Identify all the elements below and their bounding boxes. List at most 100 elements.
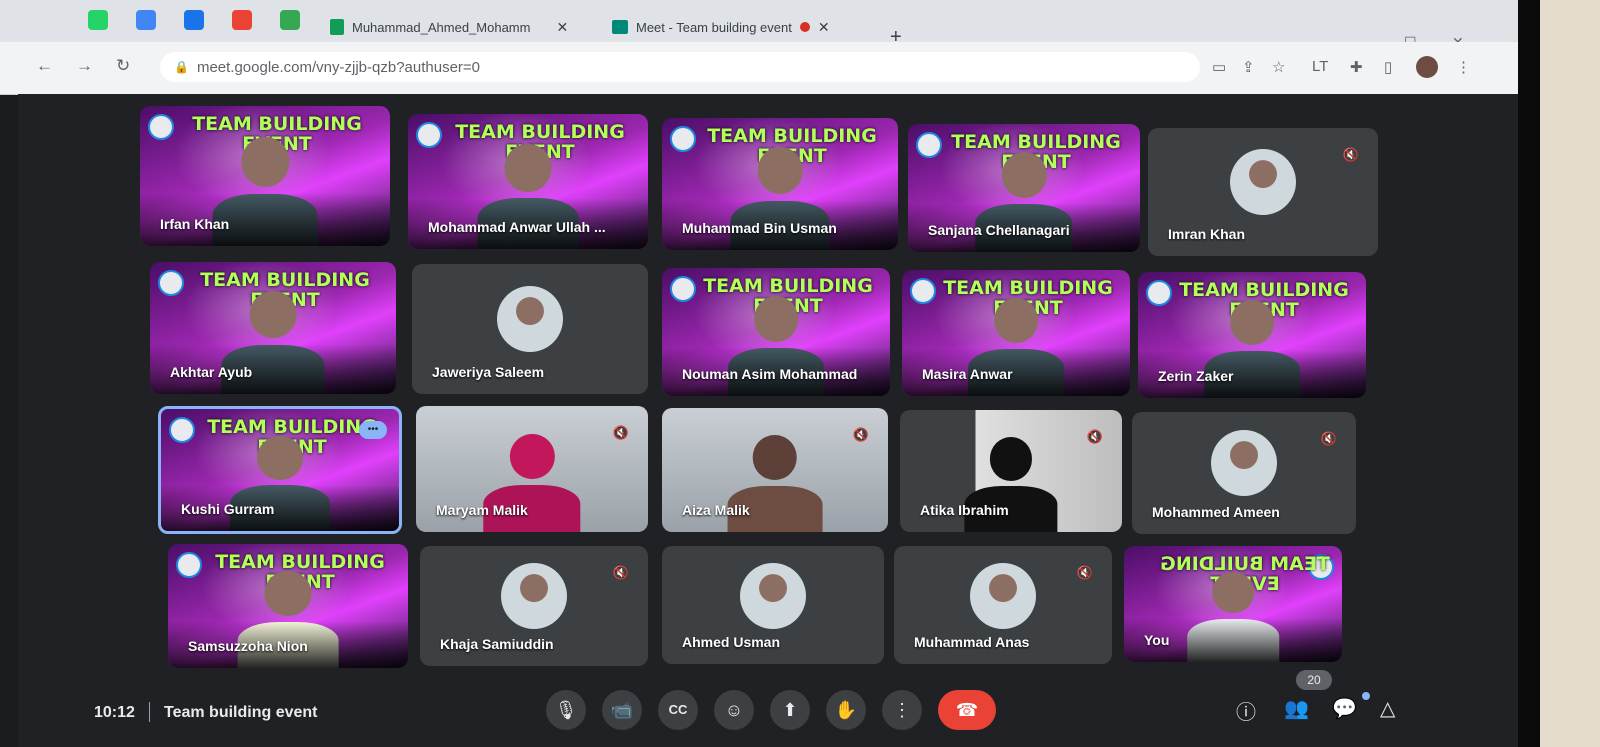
- participant-tile[interactable]: 🔇 Mohammed Ameen: [1132, 412, 1356, 534]
- tab-meet[interactable]: Meet - Team building event ✕: [612, 16, 830, 38]
- participant-name: Mohammed Ameen: [1152, 504, 1280, 520]
- reload-button[interactable]: ↻: [116, 56, 130, 76]
- extension-icon[interactable]: LT: [1312, 58, 1328, 75]
- participant-avatar: [501, 563, 567, 630]
- close-tab-icon[interactable]: ✕: [556, 19, 568, 36]
- participant-tile[interactable]: 🔇 Atika Ibrahim: [900, 410, 1122, 532]
- participant-avatar: [740, 562, 806, 629]
- participant-name: Jaweriya Saleem: [432, 364, 545, 380]
- participant-name: Atika Ibrahim: [920, 502, 1009, 518]
- participant-tile[interactable]: 🔇 Imran Khan: [1148, 128, 1378, 256]
- side-panel-icon[interactable]: ▯: [1384, 58, 1392, 76]
- hand-icon: ✋: [834, 700, 858, 720]
- forward-button[interactable]: →: [76, 56, 93, 76]
- leave-call-button[interactable]: ☎: [938, 690, 996, 730]
- back-button[interactable]: ←: [36, 56, 53, 76]
- speaking-indicator-icon: •••: [359, 421, 387, 439]
- participant-name: Muhammad Anas: [914, 634, 1030, 650]
- tab-document[interactable]: Muhammad_Ahmed_Mohamm ✕: [330, 16, 568, 38]
- self-video: [1187, 571, 1279, 662]
- present-button[interactable]: ⬆: [770, 690, 810, 730]
- participant-name: Nouman Asim Mohammad: [682, 366, 858, 382]
- sites-tab-icon[interactable]: [136, 10, 156, 30]
- participant-name: You: [1144, 632, 1170, 648]
- whatsapp-tab-icon[interactable]: [88, 10, 108, 30]
- participant-tile[interactable]: 🔇 Khaja Samiuddin: [420, 546, 648, 666]
- extensions-puzzle-icon[interactable]: ✚: [1350, 58, 1363, 76]
- sheets-icon: [330, 19, 344, 35]
- participant-name: Kushi Gurram: [181, 501, 275, 517]
- participant-avatar: [1211, 430, 1277, 497]
- mic-off-icon: 🔇: [1076, 565, 1094, 580]
- hangup-icon: ☎: [955, 700, 979, 720]
- participant-tile[interactable]: TEAM BUILDINGEVENT Muhammad Bin Usman: [662, 118, 898, 250]
- emoji-icon: ☺: [724, 700, 744, 720]
- participant-tile[interactable]: TEAM BUILDINGEVENT Nouman Asim Mohammad: [662, 268, 890, 396]
- raise-hand-button[interactable]: ✋: [826, 690, 866, 730]
- tab-icon[interactable]: [280, 10, 300, 30]
- bookmark-star-icon[interactable]: ☆: [1272, 58, 1285, 76]
- present-icon: ⬆: [782, 700, 798, 720]
- meeting-details-button[interactable]: ⓘ: [1236, 696, 1256, 725]
- participant-name: Sanjana Chellanagari: [928, 222, 1070, 238]
- browser-tab-strip: Muhammad_Ahmed_Mohamm ✕ Meet - Team buil…: [0, 0, 1600, 50]
- browser-menu-icon[interactable]: ⋮: [1456, 58, 1471, 76]
- camera-icon: 📹: [610, 700, 634, 720]
- participant-name: Aiza Malik: [682, 502, 750, 518]
- participant-name: Masira Anwar: [922, 366, 1013, 382]
- share-icon[interactable]: ⇪: [1242, 58, 1255, 76]
- reactions-button[interactable]: ☺: [714, 690, 754, 730]
- participant-tile[interactable]: 🔇 Muhammad Anas: [894, 546, 1112, 664]
- participant-tile[interactable]: TEAM BUILDINGEVENT Samsuzzoha Nion: [168, 544, 408, 668]
- mic-off-icon: 🔇: [852, 427, 870, 442]
- participant-tile[interactable]: Jaweriya Saleem: [412, 264, 648, 394]
- participant-name: Samsuzzoha Nion: [188, 638, 308, 654]
- chat-tab-icon[interactable]: [184, 10, 204, 30]
- mic-button[interactable]: 🎙: [546, 690, 586, 730]
- participant-name: Muhammad Bin Usman: [682, 220, 837, 236]
- browser-toolbar: ← → ↻ 🔒 meet.google.com/vny-zjjb-qzb?aut…: [0, 42, 1600, 95]
- meet-control-bar: 10:12 Team building event 🎙 📹 CC ☺ ⬆ ✋ ⋮…: [18, 670, 1518, 730]
- captions-button[interactable]: CC: [658, 690, 698, 730]
- participant-tile[interactable]: TEAM BUILDINGEVENT Mohammad Anwar Ullah …: [408, 114, 648, 249]
- participant-avatar: [497, 285, 563, 352]
- participant-name: Imran Khan: [1168, 226, 1246, 242]
- profile-avatar[interactable]: [1416, 56, 1438, 78]
- participant-tile[interactable]: 🔇 Aiza Malik: [662, 408, 888, 532]
- more-options-button[interactable]: ⋮: [882, 690, 922, 730]
- mic-icon: 🎙: [554, 700, 578, 720]
- activities-button[interactable]: △: [1380, 696, 1395, 721]
- mic-off-icon: 🔇: [612, 425, 630, 440]
- participant-tile[interactable]: TEAM BUILDINGEVENT Sanjana Chellanagari: [908, 124, 1140, 252]
- participant-tile[interactable]: 🔇 Maryam Malik: [416, 406, 648, 532]
- participant-name: Maryam Malik: [436, 502, 528, 518]
- tab-label: Muhammad_Ahmed_Mohamm: [352, 19, 531, 35]
- address-bar[interactable]: 🔒 meet.google.com/vny-zjjb-qzb?authuser=…: [160, 52, 1200, 82]
- gmail-tab-icon[interactable]: [232, 10, 252, 30]
- camera-button[interactable]: 📹: [602, 690, 642, 730]
- participant-tile[interactable]: TEAM BUILDINGEVENT Akhtar Ayub: [150, 262, 396, 394]
- meet-icon: [612, 20, 628, 34]
- chat-button[interactable]: 💬: [1332, 696, 1357, 721]
- participant-tile-speaking[interactable]: TEAM BUILDINGEVENT ••• Kushi Gurram: [158, 406, 402, 534]
- participant-tile[interactable]: TEAM BUILDINGEVENT Zerin Zaker: [1138, 272, 1366, 398]
- divider: [149, 702, 150, 722]
- captions-icon: CC: [668, 702, 688, 717]
- tab-label: Meet - Team building event: [636, 19, 792, 35]
- participant-tile[interactable]: TEAM BUILDINGEVENT Irfan Khan: [140, 106, 390, 246]
- participant-name: Ahmed Usman: [682, 634, 781, 650]
- camera-permission-icon[interactable]: ▭: [1212, 58, 1226, 76]
- participant-name: Irfan Khan: [160, 216, 230, 232]
- mic-off-icon: 🔇: [1342, 147, 1360, 162]
- participant-count-badge: 20: [1296, 670, 1332, 690]
- chat-notification-dot: [1362, 692, 1370, 700]
- participant-tile[interactable]: TEAM BUILDINGEVENT Masira Anwar: [902, 270, 1130, 396]
- close-tab-icon[interactable]: ✕: [818, 19, 830, 36]
- meeting-title: Team building event: [164, 704, 318, 721]
- participant-tile[interactable]: Ahmed Usman: [662, 546, 884, 664]
- mic-off-icon: 🔇: [612, 565, 630, 580]
- participant-tile-self[interactable]: TEAM BUILDINGEVENT You: [1124, 546, 1342, 662]
- participant-name: Mohammad Anwar Ullah ...: [428, 219, 606, 235]
- meet-stage: TEAM BUILDINGEVENT Irfan Khan TEAM BUILD…: [18, 94, 1518, 747]
- people-button[interactable]: 👥: [1284, 696, 1309, 721]
